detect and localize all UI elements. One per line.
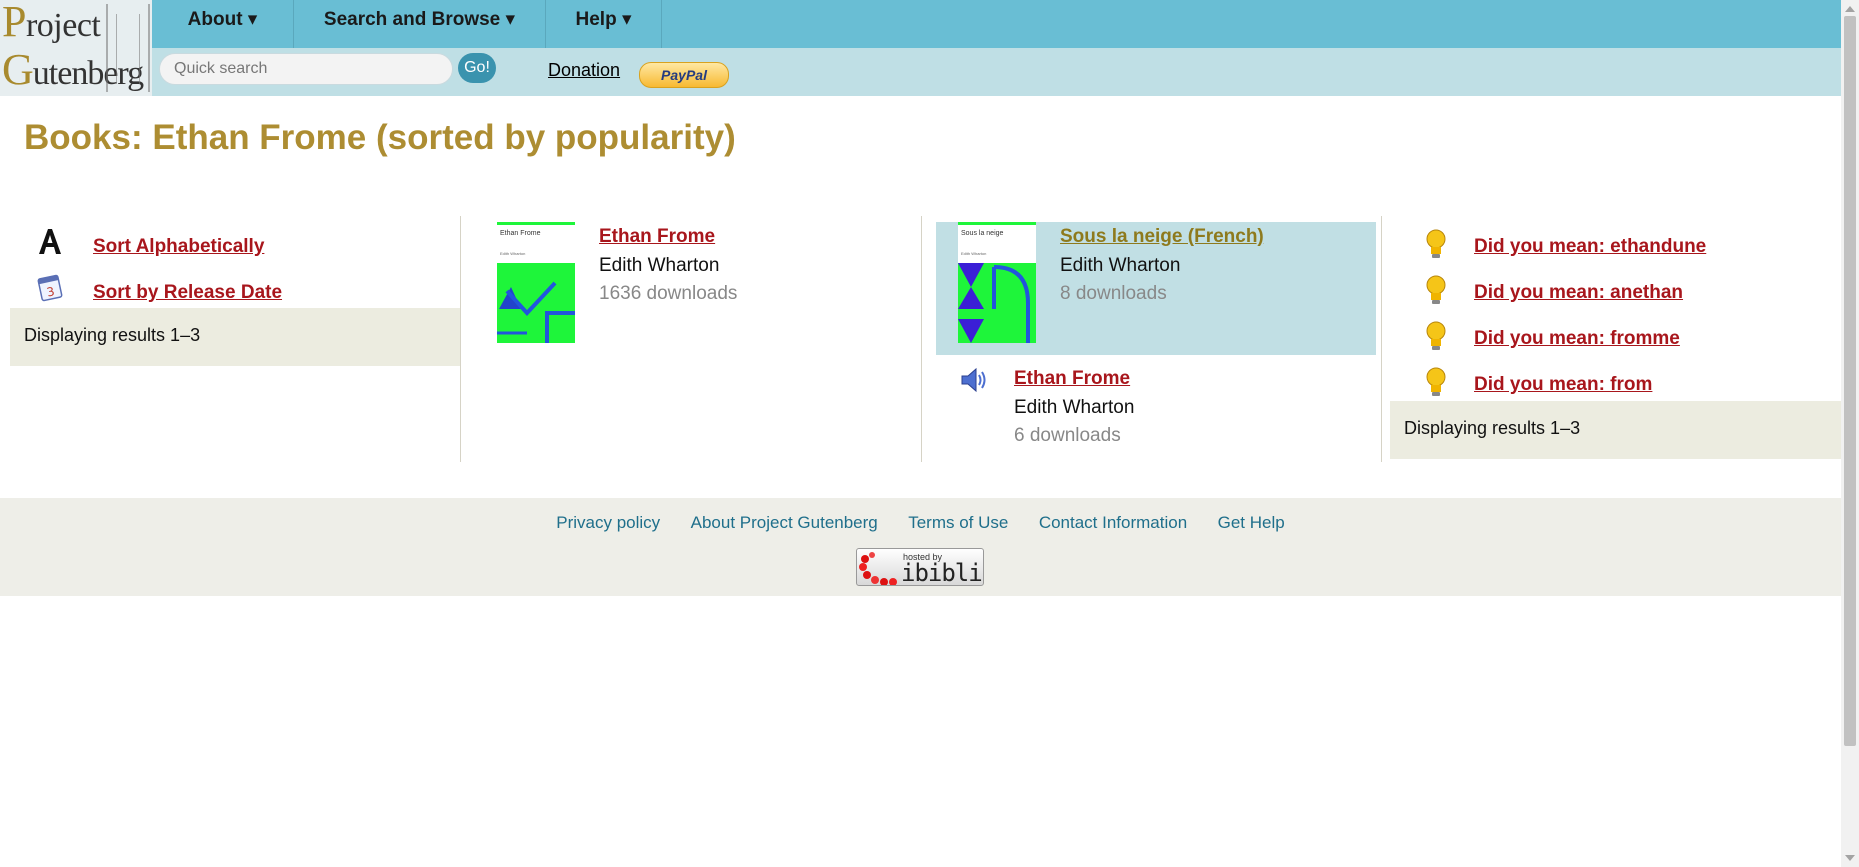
calendar-icon: 3 [37, 274, 63, 302]
quick-search-input[interactable] [159, 53, 453, 85]
badge-ibiblio: ibiblio [901, 559, 983, 586]
lightbulb-icon [1426, 321, 1446, 350]
suggestion-link[interactable]: Did you mean: from [1474, 374, 1652, 396]
logo-line-1: Project [2, 0, 101, 46]
book-results-column-1: Ethan Frome Edith Wharton Ethan Frome Ed… [461, 216, 922, 462]
sort-alphabetically-link[interactable]: Sort Alphabetically [93, 236, 264, 258]
paypal-button[interactable]: PayPal [639, 62, 729, 88]
donation-link[interactable]: Donation [548, 60, 620, 81]
printing-press-icon [106, 4, 150, 92]
sort-release-date-row[interactable]: 3 Sort by Release Date [10, 272, 450, 312]
ibiblio-dots-icon [859, 552, 897, 585]
book-title-link[interactable]: Ethan Frome [1014, 368, 1130, 390]
book-author: Edith Wharton [599, 255, 720, 276]
suggestions-column: Did you mean: ethandune Did you mean: an… [1382, 216, 1841, 462]
search-go-button[interactable]: Go! [458, 53, 496, 83]
cover-title: Ethan Frome [500, 230, 541, 237]
letter-a-icon [39, 229, 61, 254]
nav-help-menu[interactable]: Help ▾ [546, 0, 662, 48]
book-downloads: 6 downloads [1014, 425, 1121, 446]
book-author: Edith Wharton [1014, 397, 1135, 418]
terms-of-use-link[interactable]: Terms of Use [908, 513, 1008, 533]
cover-author: Edith Wharton [961, 251, 987, 256]
vertical-scrollbar[interactable] [1841, 0, 1859, 867]
book-title-link[interactable]: Sous la neige (French) [1060, 226, 1264, 248]
contact-information-link[interactable]: Contact Information [1039, 513, 1187, 533]
cover-author: Edith Wharton [500, 251, 526, 256]
suggestion-link[interactable]: Did you mean: fromme [1474, 328, 1680, 350]
site-footer: Privacy policy About Project Gutenberg T… [0, 498, 1841, 596]
suggestion-row[interactable]: Did you mean: ethandune [1382, 226, 1841, 266]
book-results-column-2: Sous la neige Edith Wharton Sous la neig… [922, 216, 1382, 462]
ibiblio-badge[interactable]: hosted by ibiblio [856, 548, 984, 586]
cover-title: Sous la neige [961, 230, 1004, 237]
privacy-policy-link[interactable]: Privacy policy [556, 513, 660, 533]
lightbulb-icon [1426, 275, 1446, 304]
suggestion-row[interactable]: Did you mean: anethan [1382, 272, 1841, 312]
book-result-item-highlighted[interactable]: Sous la neige Edith Wharton Sous la neig… [936, 222, 1376, 355]
sort-release-date-link[interactable]: Sort by Release Date [93, 282, 282, 304]
book-cover[interactable]: Sous la neige Edith Wharton [958, 222, 1036, 343]
scrollbar-thumb[interactable] [1844, 16, 1856, 746]
lightbulb-icon [1426, 367, 1446, 396]
results-count: Displaying results 1–3 [10, 308, 460, 366]
site-header: Project Gutenberg About ▾ Search and Bro… [0, 0, 1841, 96]
book-downloads: 8 downloads [1060, 283, 1167, 304]
suggestion-link[interactable]: Did you mean: ethandune [1474, 236, 1706, 258]
about-project-gutenberg-link[interactable]: About Project Gutenberg [691, 513, 878, 533]
audio-book-result-item[interactable]: Ethan Frome Edith Wharton 6 downloads [936, 364, 1376, 464]
cover-pattern [497, 281, 575, 343]
page-title: Books: Ethan Frome (sorted by popularity… [24, 118, 736, 157]
nav-search-browse-menu[interactable]: Search and Browse ▾ [294, 0, 546, 48]
sort-alphabetically-row[interactable]: Sort Alphabetically [10, 226, 450, 266]
cover-pattern [958, 263, 1030, 343]
results-count: Displaying results 1–3 [1390, 401, 1841, 459]
sort-options-column: Sort Alphabetically 3 Sort by Release Da… [10, 216, 461, 462]
scroll-down-arrow-icon[interactable] [1845, 855, 1855, 861]
scroll-up-arrow-icon[interactable] [1845, 6, 1855, 12]
get-help-link[interactable]: Get Help [1218, 513, 1285, 533]
footer-links: Privacy policy About Project Gutenberg T… [0, 513, 1841, 533]
book-downloads: 1636 downloads [599, 283, 738, 304]
book-author: Edith Wharton [1060, 255, 1181, 276]
project-gutenberg-logo[interactable]: Project Gutenberg [0, 0, 152, 96]
suggestion-row[interactable]: Did you mean: fromme [1382, 318, 1841, 358]
lightbulb-icon [1426, 229, 1446, 258]
suggestion-link[interactable]: Did you mean: anethan [1474, 282, 1683, 304]
book-result-item[interactable]: Ethan Frome Edith Wharton Ethan Frome Ed… [461, 216, 921, 346]
cover-title-area: Sous la neige Edith Wharton [958, 225, 1036, 263]
book-title-link[interactable]: Ethan Frome [599, 226, 715, 248]
main-nav: About ▾ Search and Browse ▾ Help ▾ [152, 0, 1841, 48]
cover-title-area: Ethan Frome Edith Wharton [497, 225, 575, 263]
speaker-icon [961, 367, 986, 393]
book-cover[interactable]: Ethan Frome Edith Wharton [497, 222, 575, 343]
nav-about-menu[interactable]: About ▾ [152, 0, 294, 48]
search-bar: Go! Donation PayPal [152, 48, 1841, 96]
suggestion-row[interactable]: Did you mean: from [1382, 364, 1841, 404]
